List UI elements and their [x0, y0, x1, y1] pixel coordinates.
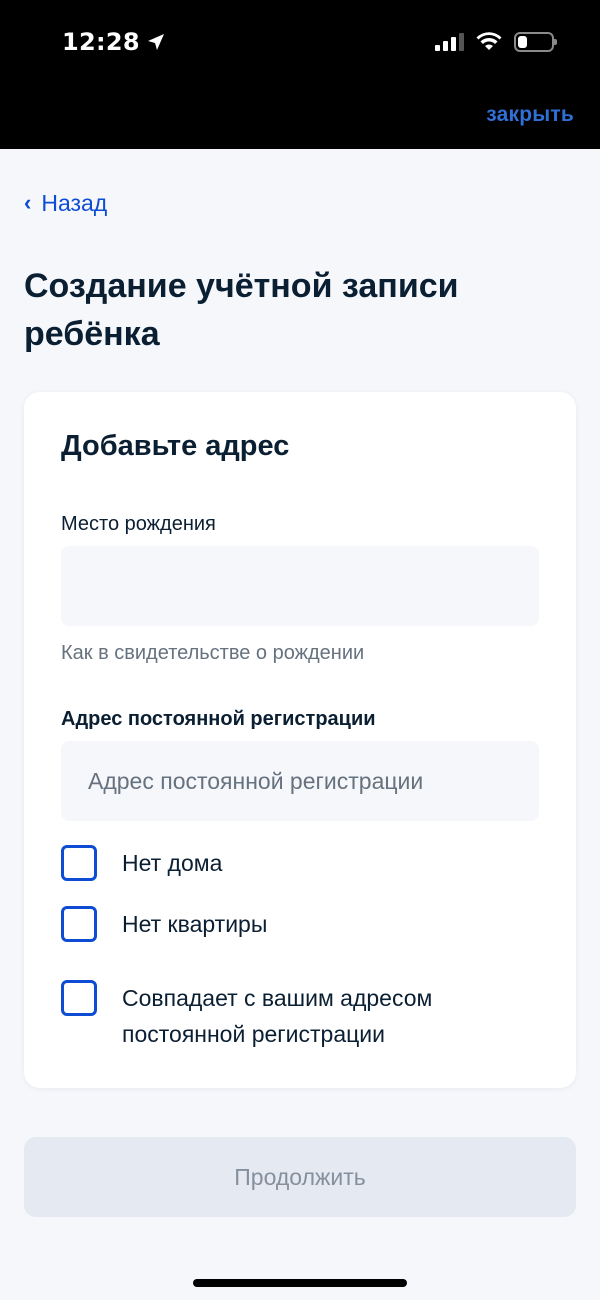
- close-link[interactable]: закрыть: [486, 103, 574, 127]
- address-card: Добавьте адрес Место рождения Как в свид…: [24, 392, 576, 1088]
- location-arrow-icon: [147, 34, 164, 50]
- checkbox-no-apartment[interactable]: Нет квартиры: [61, 906, 541, 942]
- card-title: Добавьте адрес: [61, 430, 290, 462]
- checkbox-label: Нет квартиры: [122, 911, 268, 937]
- top-bar: 12:28 закрыть: [0, 0, 600, 149]
- checkbox-box[interactable]: [61, 980, 97, 1016]
- birthplace-input[interactable]: [61, 546, 539, 626]
- home-indicator: [193, 1279, 407, 1287]
- registration-label: Адрес постоянной регистрации: [61, 708, 376, 730]
- back-link[interactable]: ‹ Назад: [24, 190, 107, 217]
- status-icons: [435, 32, 557, 52]
- checkbox-no-house[interactable]: Нет дома: [61, 845, 541, 881]
- checkbox-box[interactable]: [61, 906, 97, 942]
- page-title: Создание учётной записи ребёнка: [24, 267, 459, 353]
- birthplace-hint: Как в свидетельстве о рождении: [61, 642, 365, 664]
- checkbox-label: Совпадает с вашим адресом постоянной рег…: [122, 985, 433, 1047]
- checkbox-box[interactable]: [61, 845, 97, 881]
- checkbox-same-address[interactable]: Совпадает с вашим адресом постоянной рег…: [61, 980, 541, 1052]
- continue-button[interactable]: Продолжить: [24, 1137, 576, 1217]
- cellular-signal-icon: [435, 33, 464, 51]
- birthplace-label: Место рождения: [61, 513, 216, 535]
- battery-icon: [514, 32, 557, 52]
- wifi-icon: [476, 32, 502, 50]
- back-label: Назад: [41, 190, 108, 216]
- status-time: 12:28: [62, 28, 166, 56]
- registration-input[interactable]: [61, 741, 539, 821]
- chevron-left-icon: ‹: [24, 189, 32, 215]
- checkbox-label: Нет дома: [122, 850, 223, 876]
